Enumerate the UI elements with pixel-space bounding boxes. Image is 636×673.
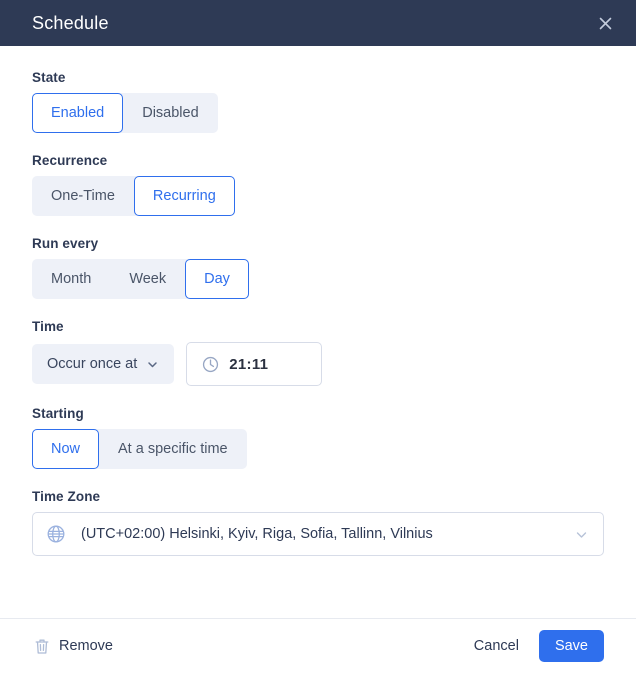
field-time-zone: Time Zone (UTC+02:00) Helsinki, Kyiv, Ri…	[32, 489, 604, 556]
chevron-down-icon	[576, 531, 587, 538]
run-every-segmented-control: Month Week Day	[32, 259, 249, 299]
page-title: Schedule	[32, 12, 109, 33]
run-every-option-month[interactable]: Month	[32, 259, 110, 299]
remove-button-label: Remove	[59, 638, 113, 654]
time-input-value: 21:11	[229, 355, 269, 373]
chevron-down-icon	[148, 361, 158, 367]
clock-icon	[203, 356, 219, 372]
cancel-button[interactable]: Cancel	[470, 632, 523, 660]
time-zone-label: Time Zone	[32, 489, 101, 504]
time-zone-value: (UTC+02:00) Helsinki, Kyiv, Riga, Sofia,…	[81, 526, 433, 542]
state-option-enabled[interactable]: Enabled	[32, 93, 124, 133]
time-zone-select[interactable]: (UTC+02:00) Helsinki, Kyiv, Riga, Sofia,…	[32, 512, 604, 556]
recurrence-option-recurring[interactable]: Recurring	[133, 176, 235, 216]
state-label: State	[32, 70, 66, 85]
save-button[interactable]: Save	[538, 630, 604, 662]
dialog-footer: Remove Cancel Save	[0, 618, 636, 673]
starting-label: Starting	[32, 406, 84, 421]
recurrence-option-one-time[interactable]: One-Time	[32, 176, 134, 216]
starting-option-now[interactable]: Now	[32, 429, 100, 469]
run-every-option-week[interactable]: Week	[110, 259, 185, 299]
starting-option-specific-time[interactable]: At a specific time	[99, 429, 247, 469]
dialog-header: Schedule	[0, 0, 636, 46]
run-every-option-day[interactable]: Day	[185, 259, 249, 299]
time-row: Occur once at 21:11	[32, 342, 604, 386]
field-run-every: Run every Month Week Day	[32, 236, 604, 299]
schedule-dialog: Schedule State Enabled Disabled Recurren…	[0, 0, 636, 673]
dialog-body: State Enabled Disabled Recurrence One-Ti…	[0, 46, 636, 618]
remove-button[interactable]: Remove	[34, 638, 113, 655]
field-recurrence: Recurrence One-Time Recurring	[32, 153, 604, 216]
occurrence-type-select[interactable]: Occur once at	[32, 344, 175, 384]
recurrence-segmented-control: One-Time Recurring	[32, 176, 235, 216]
recurrence-label: Recurrence	[32, 153, 108, 168]
field-time: Time Occur once at 21:11	[32, 319, 604, 386]
time-label: Time	[32, 319, 64, 334]
state-segmented-control: Enabled Disabled	[32, 93, 218, 133]
state-option-disabled[interactable]: Disabled	[123, 93, 217, 133]
footer-actions: Cancel Save	[470, 630, 604, 662]
starting-segmented-control: Now At a specific time	[32, 429, 247, 469]
globe-icon	[47, 525, 65, 543]
time-input[interactable]: 21:11	[186, 342, 323, 386]
field-state: State Enabled Disabled	[32, 70, 604, 133]
field-starting: Starting Now At a specific time	[32, 406, 604, 469]
occurrence-type-value: Occur once at	[47, 356, 138, 372]
close-icon[interactable]	[590, 8, 620, 38]
trash-icon	[35, 639, 49, 654]
run-every-label: Run every	[32, 236, 99, 251]
